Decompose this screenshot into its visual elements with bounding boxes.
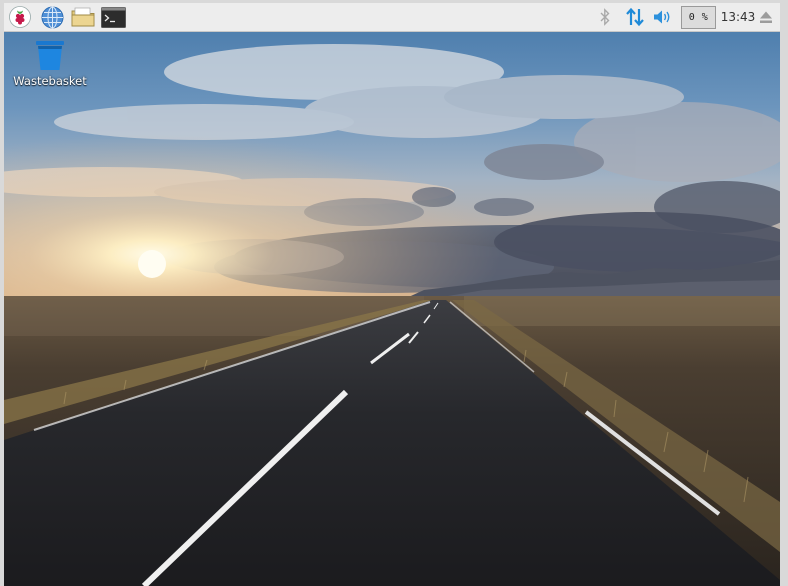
- cpu-usage-monitor[interactable]: 0 %: [681, 6, 716, 29]
- volume-icon: [654, 10, 670, 24]
- network-button[interactable]: [623, 6, 647, 28]
- web-browser-launcher[interactable]: [40, 5, 64, 29]
- desktop-icon-wastebasket[interactable]: Wastebasket: [8, 38, 92, 88]
- eject-icon: [760, 11, 772, 23]
- trash-icon: [36, 41, 64, 70]
- cpu-usage-value: 0 %: [688, 12, 709, 23]
- file-manager-icon: [71, 7, 95, 27]
- taskbar: 0 % 13:43: [4, 3, 780, 32]
- clock[interactable]: 13:43: [718, 3, 758, 31]
- terminal-icon: [101, 6, 126, 28]
- volume-button[interactable]: [652, 6, 674, 28]
- file-manager-launcher[interactable]: [71, 5, 95, 29]
- desktop[interactable]: Wastebasket: [4, 32, 780, 586]
- desktop-wallpaper: [4, 32, 780, 586]
- screen: 0 % 13:43 Wastebasket: [0, 0, 788, 586]
- web-browser-icon: [41, 6, 63, 28]
- network-updown-icon: [626, 7, 644, 27]
- terminal-launcher[interactable]: [100, 5, 127, 29]
- raspberry-pi-menu-button[interactable]: [8, 5, 32, 29]
- eject-button[interactable]: [756, 6, 776, 28]
- bluetooth-icon: [600, 8, 610, 26]
- raspberry-pi-menu-icon: [9, 6, 31, 28]
- desktop-icon-label: Wastebasket: [13, 74, 87, 88]
- bluetooth-button[interactable]: [596, 6, 614, 28]
